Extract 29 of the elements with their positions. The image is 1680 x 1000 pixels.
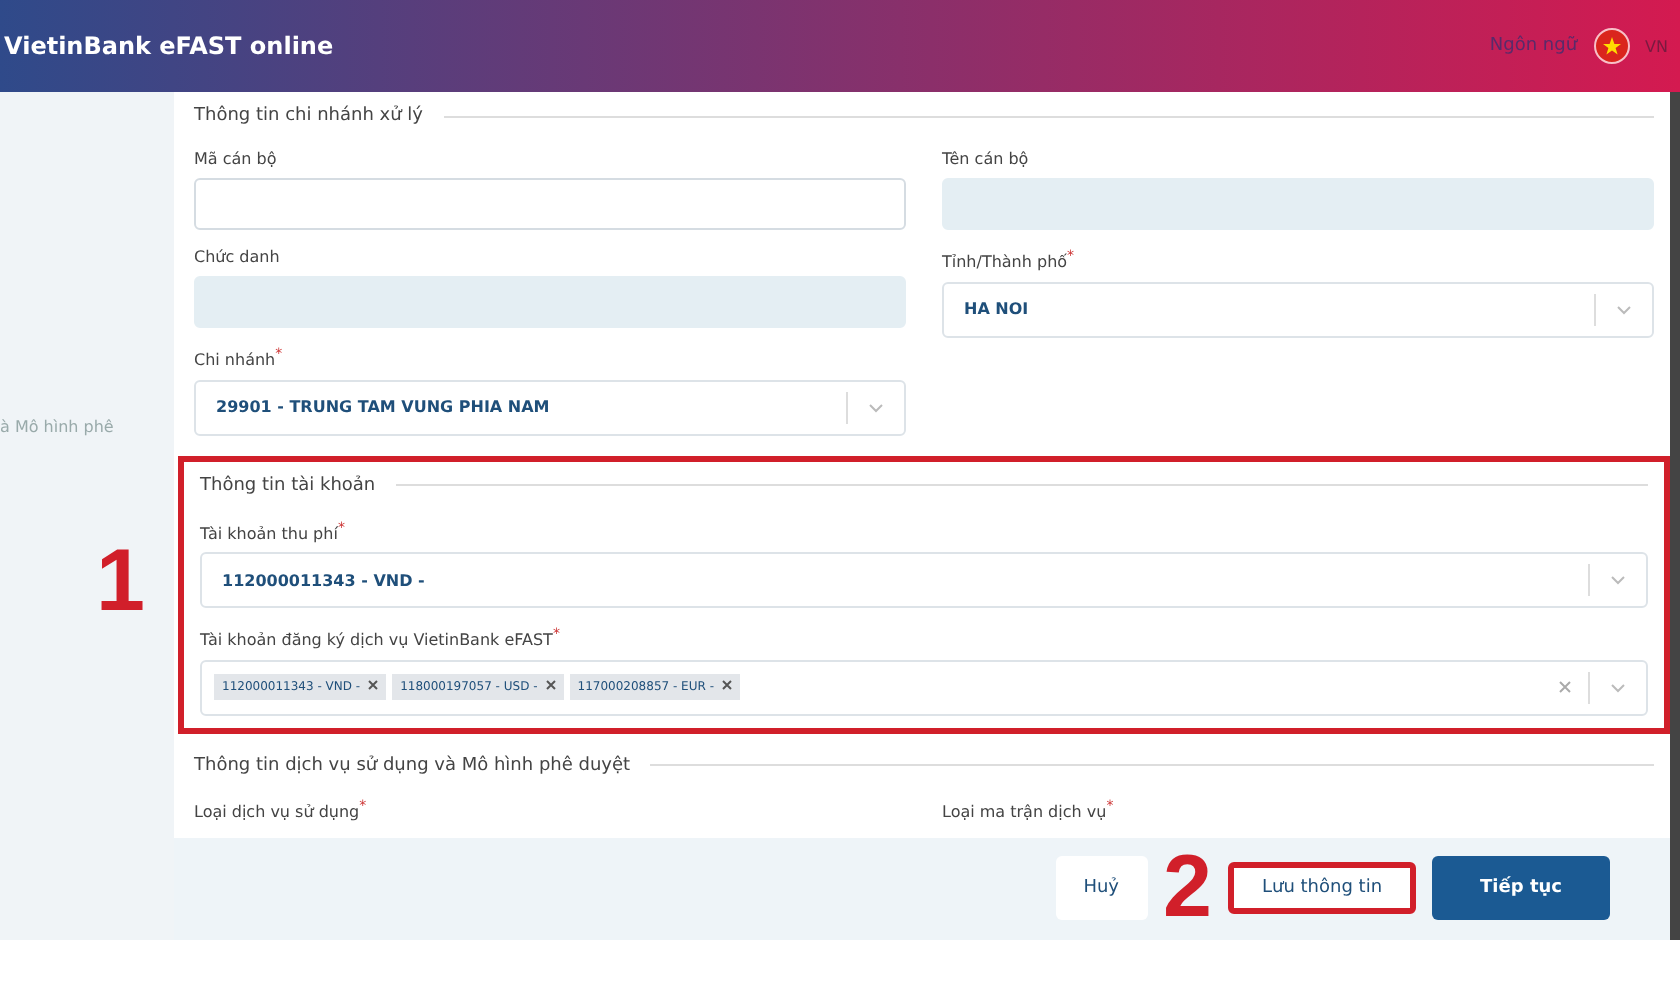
field-label: Mã cán bộ	[194, 150, 279, 168]
clear-icon[interactable]	[1558, 680, 1572, 695]
annotation-number: 2	[1163, 838, 1212, 939]
section-title: Thông tin dịch vụ sử dụng và Mô hình phê duyệt	[194, 755, 631, 776]
form-button[interactable]: Huỷ	[1055, 856, 1148, 921]
flag-icon[interactable]	[1593, 28, 1630, 64]
field-label: Tên cán bộ	[942, 150, 1031, 168]
dropdown-field[interactable]: 112000011343 - VND -	[200, 552, 1648, 609]
annotation-number: 1	[96, 532, 145, 632]
field-label: Chi nhánh$^{*}$	[194, 346, 285, 370]
dropdown-field[interactable]: 29901 - TRUNG TAM VUNG PHIA NAM	[194, 379, 906, 436]
field-label: Loại ma trận dịch vụ$^{*}$	[942, 797, 1116, 822]
sidebar-text: à Mô hình phê	[0, 417, 116, 435]
field-label: Chức danh	[194, 248, 282, 266]
section-title: Thông tin tài khoản	[200, 475, 376, 496]
app-title: VietinBank eFAST online	[4, 32, 334, 60]
field-label: Tỉnh/Thành phố$^{*}$	[942, 248, 1077, 272]
text-field[interactable]	[194, 178, 906, 230]
form-button[interactable]: Lưu thông tin	[1228, 862, 1417, 915]
remove-tag-icon[interactable]	[368, 680, 379, 691]
remove-tag-icon[interactable]	[721, 680, 732, 691]
section-title: Thông tin chi nhánh xử lý	[194, 106, 424, 126]
form-button[interactable]: Tiếp tục	[1432, 856, 1610, 921]
language-label: Ngôn ngữ	[1489, 36, 1578, 56]
dropdown-field[interactable]: HA NOI	[942, 281, 1654, 338]
remove-tag-icon[interactable]	[545, 680, 556, 691]
field-label: Tài khoản đăng ký dịch vụ VietinBank eFAST$^{*}$	[200, 626, 562, 650]
field-label: Tài khoản thu phí$^{*}$	[200, 519, 347, 543]
field-label: Loại dịch vụ sử dụng$^{*}$	[194, 797, 369, 822]
